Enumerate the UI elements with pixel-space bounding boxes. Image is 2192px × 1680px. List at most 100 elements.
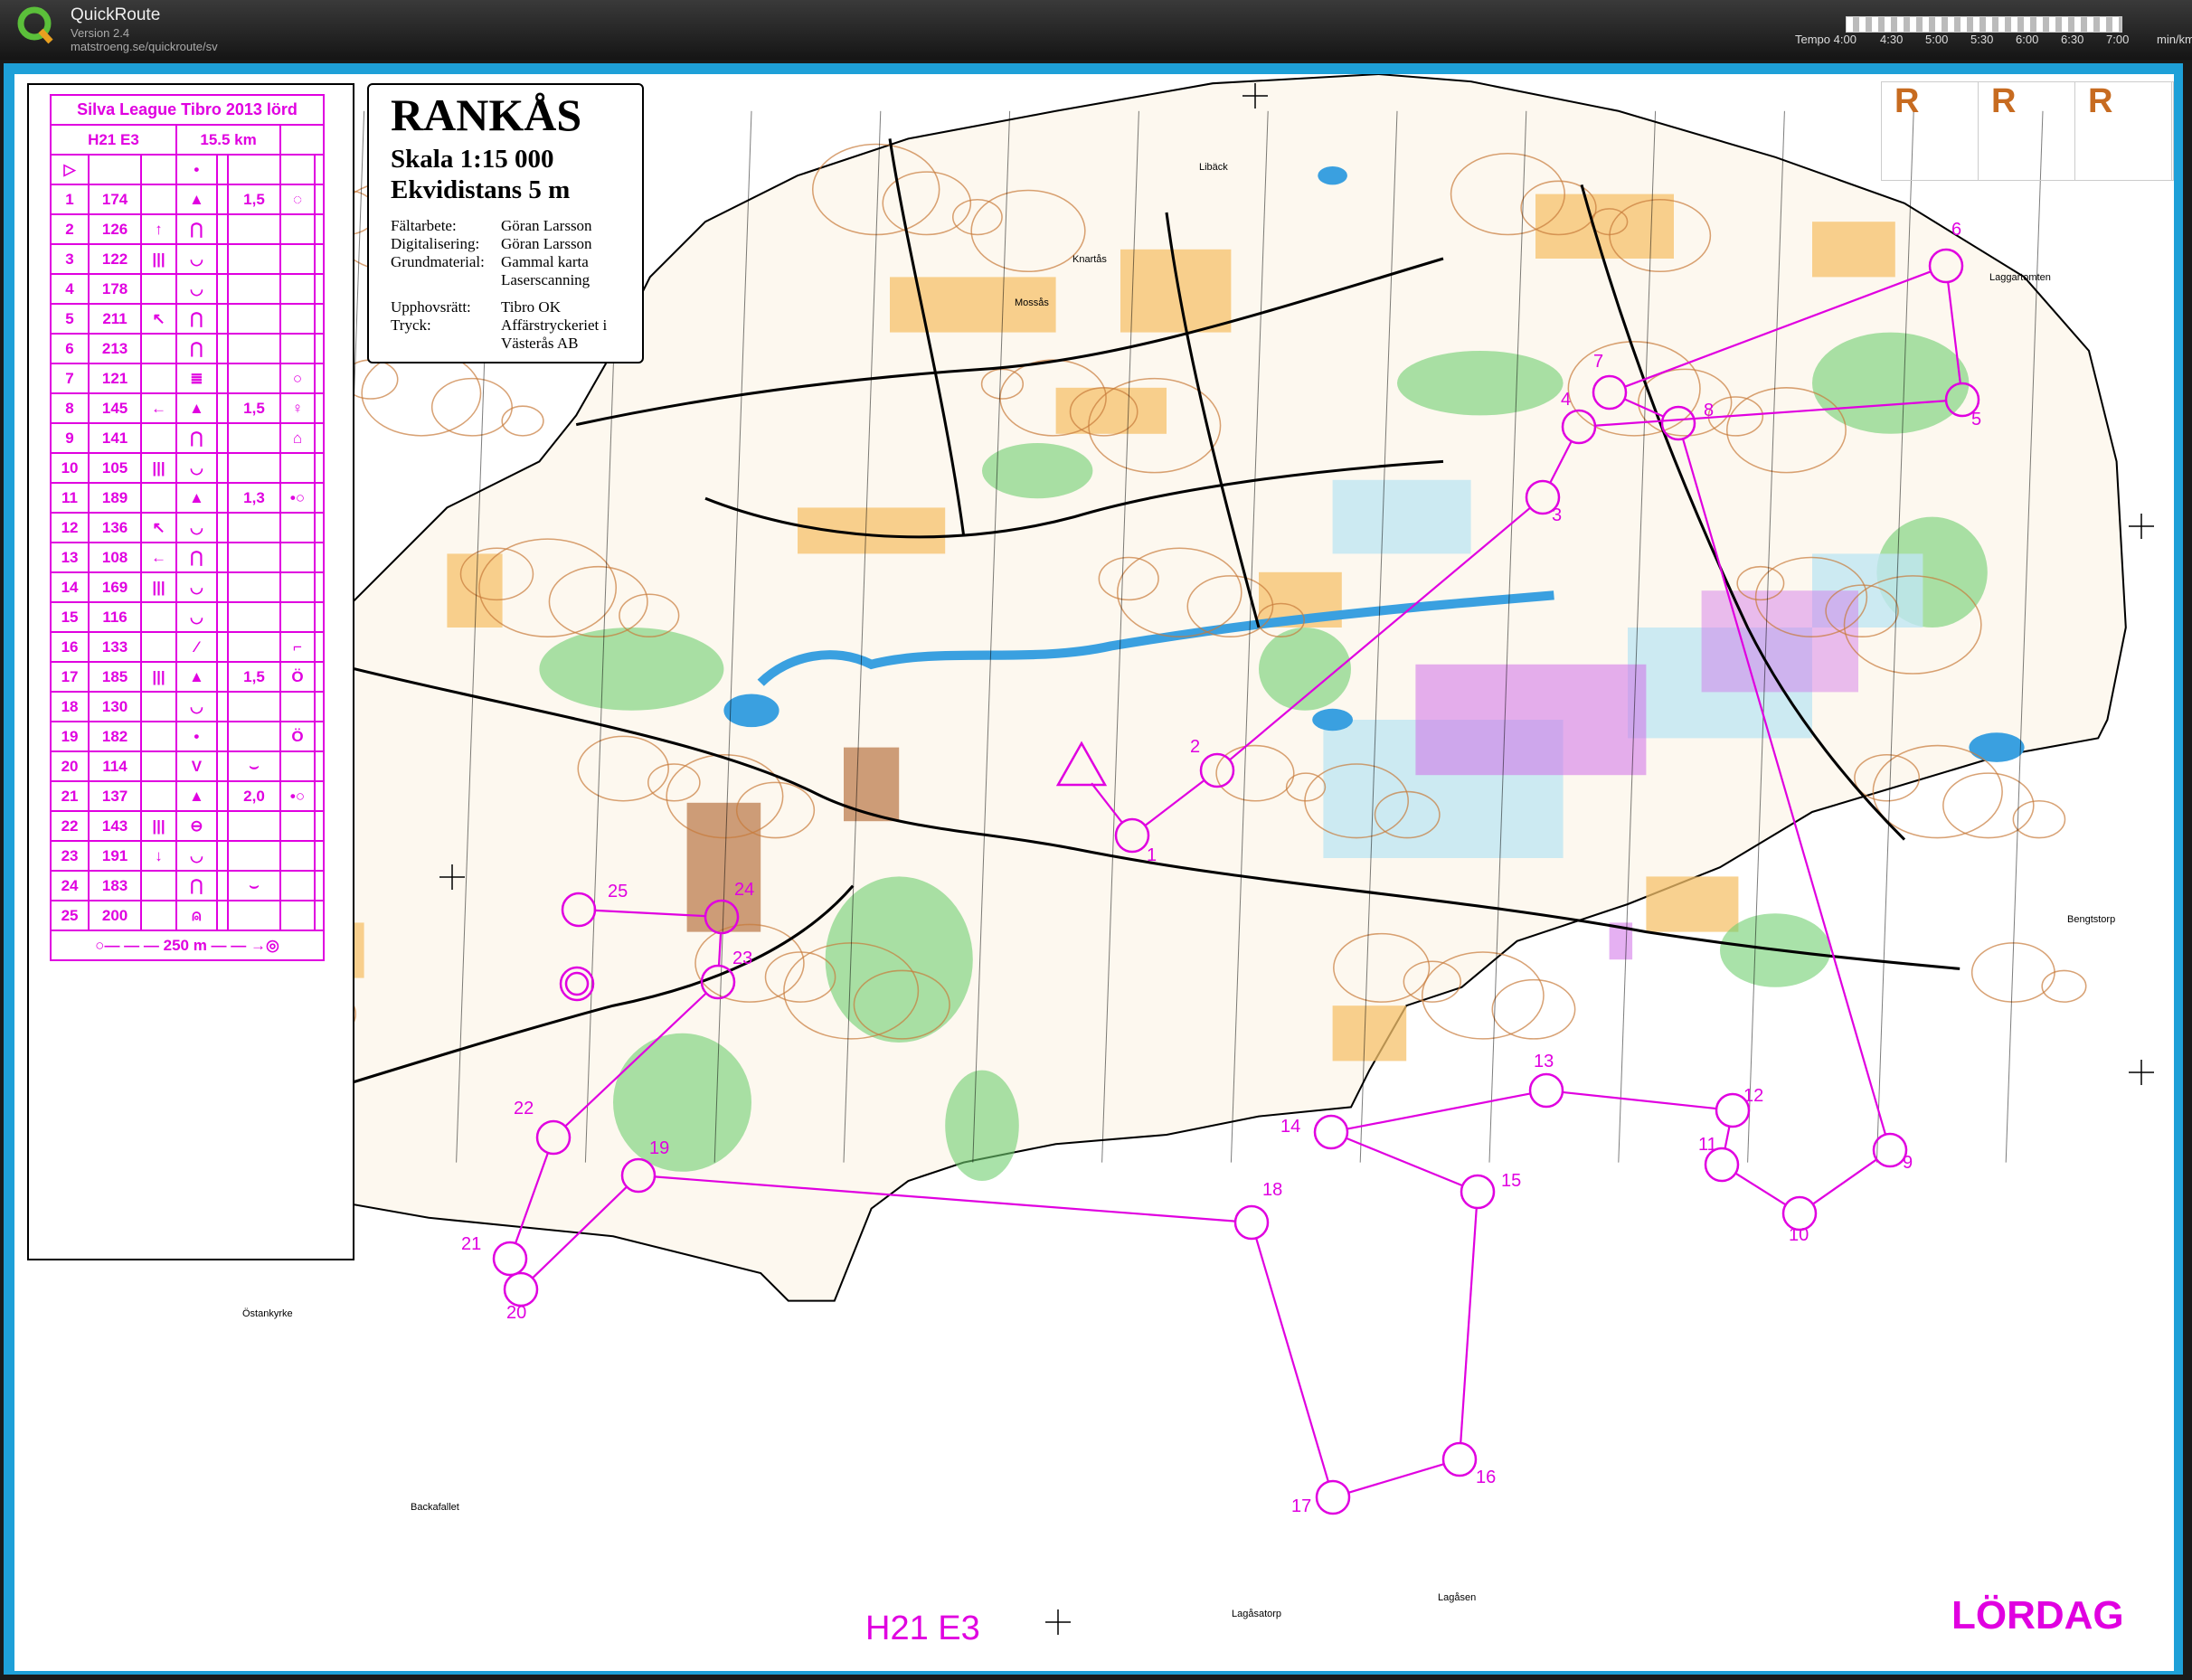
control-code: 189 <box>88 482 143 514</box>
vegetation-area <box>1812 332 1970 434</box>
control-direction <box>140 691 177 722</box>
control-number-label: 9 <box>1903 1153 1913 1173</box>
control-other <box>313 422 326 454</box>
control-feature: V <box>175 750 218 782</box>
control-feature: ◡ <box>175 691 218 722</box>
control-other <box>313 571 326 603</box>
start-cell <box>88 154 143 185</box>
quickroute-logo-icon <box>17 6 53 44</box>
control-number-label: 11 <box>1698 1135 1717 1155</box>
tempo-label: 5:00 <box>1925 33 1949 46</box>
forbidden-area <box>1415 664 1647 776</box>
control-appearance <box>215 243 229 275</box>
control-dimension <box>226 213 282 245</box>
control-code: 211 <box>88 303 143 335</box>
course-leg <box>1724 1126 1731 1149</box>
map-contour-interval: Ekvidistans 5 m <box>391 175 571 204</box>
control-other <box>313 691 326 722</box>
control-other <box>313 392 326 424</box>
control-other <box>313 243 326 275</box>
control-circle[interactable] <box>1313 1114 1349 1150</box>
control-circle[interactable] <box>1460 1174 1496 1210</box>
control-direction: ← <box>140 392 177 424</box>
control-appearance <box>215 542 229 573</box>
control-feature: ◡ <box>175 452 218 484</box>
control-dimension <box>226 571 282 603</box>
app-version: Version 2.4 <box>71 26 130 40</box>
control-dimension <box>226 542 282 573</box>
control-number: 7 <box>49 363 90 394</box>
vegetation-area <box>982 443 1093 499</box>
app-url[interactable]: matstroeng.se/quickroute/sv <box>71 40 218 53</box>
control-circle[interactable] <box>492 1241 528 1277</box>
control-appearance <box>215 691 229 722</box>
control-code: 183 <box>88 870 143 901</box>
control-row: 8 145 ← ▲ 1,5 ♀ <box>49 392 326 424</box>
control-description-table: Silva League Tibro 2013 lörd H21 E3 15.5 k… <box>49 94 326 961</box>
control-circle[interactable] <box>1441 1441 1478 1477</box>
control-dimension: 1,5 <box>226 184 282 215</box>
control-direction: ||| <box>140 661 177 693</box>
place-name: Lagåsatorp <box>1232 1609 1281 1619</box>
control-circle[interactable] <box>1872 1132 1908 1168</box>
open-land-area <box>1332 1005 1407 1062</box>
control-location <box>279 571 316 603</box>
control-appearance <box>215 184 229 215</box>
control-number-label: 5 <box>1971 410 1981 429</box>
control-circle[interactable] <box>1233 1204 1270 1241</box>
control-number: 22 <box>49 810 90 842</box>
control-other <box>313 512 326 543</box>
control-location <box>279 213 316 245</box>
control-dimension <box>226 900 282 931</box>
control-feature: ⋂ <box>175 333 218 364</box>
course-leg <box>1346 1137 1463 1187</box>
start-triangle-icon: ▷ <box>49 154 90 185</box>
control-direction: ↖ <box>140 512 177 543</box>
control-number: 4 <box>49 273 90 305</box>
control-row: 24 183 ⋂ ⌣ <box>49 870 326 901</box>
control-other <box>313 631 326 663</box>
contour-line <box>361 350 482 437</box>
control-circle[interactable] <box>1528 1072 1564 1109</box>
control-dimension <box>226 363 282 394</box>
event-name: Silva League Tibro 2013 lörd <box>50 94 325 126</box>
control-appearance <box>215 810 229 842</box>
control-location <box>279 452 316 484</box>
control-number: 17 <box>49 661 90 693</box>
control-feature: ◡ <box>175 571 218 603</box>
control-other <box>313 482 326 514</box>
control-code: 105 <box>88 452 143 484</box>
tempo-label: 6:30 <box>2061 33 2084 46</box>
control-appearance <box>215 363 229 394</box>
control-appearance <box>215 333 229 364</box>
control-number-label: 8 <box>1704 401 1714 420</box>
tempo-label: 4:30 <box>1880 33 1904 46</box>
place-name: Backafallet <box>411 1502 459 1513</box>
day-label: LÖRDAG <box>1951 1593 2124 1638</box>
credit-label: Tryck: <box>391 316 431 334</box>
control-code: 178 <box>88 273 143 305</box>
control-other <box>313 601 326 633</box>
control-code: 137 <box>88 780 143 812</box>
control-number: 6 <box>49 333 90 364</box>
control-other <box>313 900 326 931</box>
control-other <box>313 452 326 484</box>
control-circle[interactable] <box>503 1271 539 1307</box>
control-code: 114 <box>88 750 143 782</box>
map-title: RANKÅS <box>391 90 582 140</box>
control-circle[interactable] <box>1315 1479 1351 1515</box>
control-other <box>313 213 326 245</box>
control-row: 25 200 ⍝ <box>49 900 326 931</box>
control-direction <box>140 631 177 663</box>
vegetation-area <box>1397 351 1564 416</box>
control-number-label: 13 <box>1534 1052 1554 1071</box>
control-row: 4 178 ◡ <box>49 273 326 305</box>
control-dimension <box>226 422 282 454</box>
control-number: 11 <box>49 482 90 514</box>
map-scale: Skala 1:15 000 <box>391 145 554 174</box>
open-land-area <box>1535 193 1674 259</box>
control-location: Ö <box>279 721 316 752</box>
finish-icon: — — →◎ <box>206 936 279 954</box>
finish-row: ○— — — 250 m — — →◎ <box>50 930 325 961</box>
credit-value: Tibro OK <box>501 298 561 316</box>
